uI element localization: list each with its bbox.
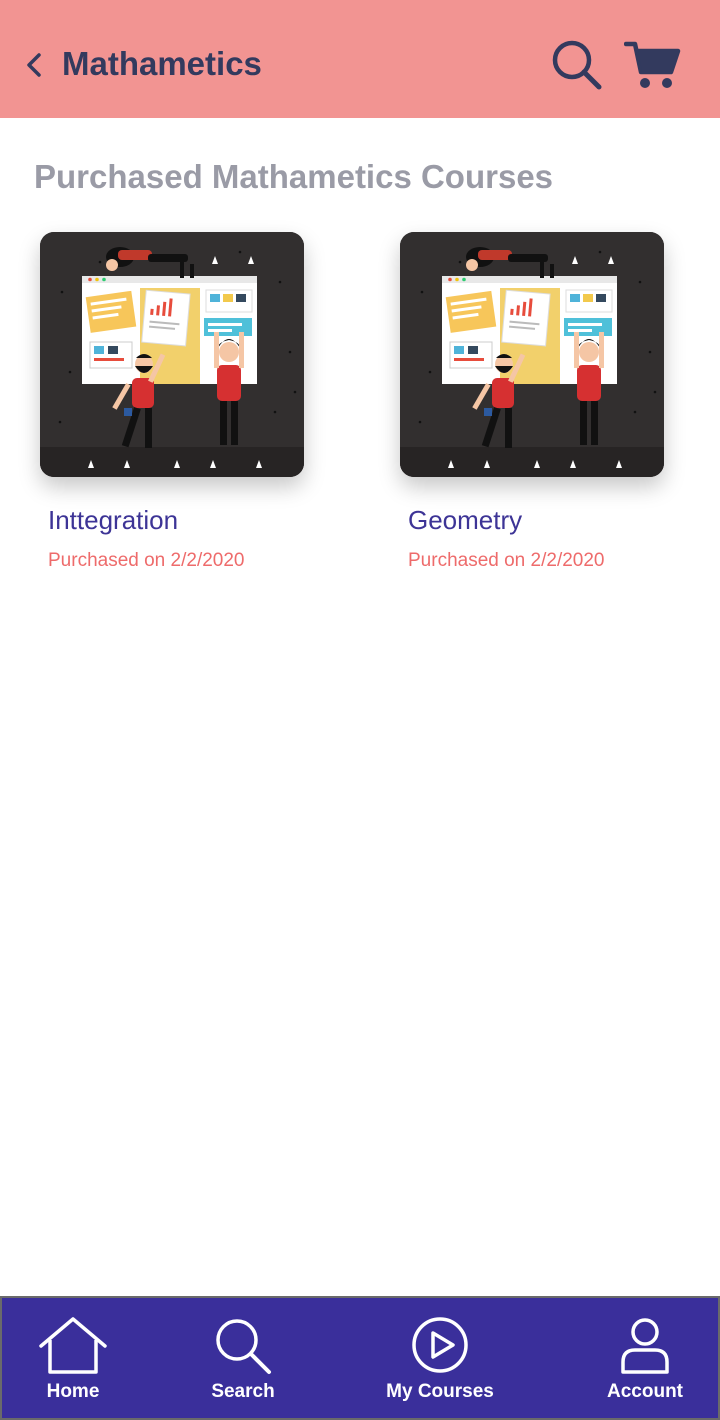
cart-button[interactable] bbox=[623, 38, 682, 90]
nav-item-search[interactable]: Search bbox=[190, 1298, 296, 1418]
purchase-date: Purchased on 2/2/2020 bbox=[48, 550, 245, 571]
team-whiteboard-illustration bbox=[400, 232, 664, 477]
back-button[interactable] bbox=[18, 48, 50, 82]
section-heading: Purchased Mathametics Courses bbox=[34, 158, 554, 195]
nav-item-my-courses[interactable]: My Courses bbox=[374, 1298, 506, 1418]
course-thumbnail[interactable] bbox=[400, 232, 664, 477]
nav-item-home[interactable]: Home bbox=[20, 1298, 126, 1418]
page-title: Mathametics bbox=[62, 45, 262, 82]
purchase-date: Purchased on 2/2/2020 bbox=[408, 550, 605, 571]
course-title[interactable]: Geometry bbox=[408, 504, 522, 536]
course-card[interactable]: Geometry Purchased on 2/2/2020 bbox=[400, 232, 690, 571]
nav-label: Home bbox=[46, 1381, 100, 1402]
nav-label: My Courses bbox=[386, 1381, 494, 1402]
home-icon bbox=[39, 1317, 107, 1374]
back-arrow-icon bbox=[27, 53, 41, 77]
user-icon bbox=[621, 1318, 669, 1374]
search-icon bbox=[552, 40, 602, 90]
cart-icon bbox=[623, 41, 681, 88]
nav-item-account[interactable]: Account bbox=[592, 1298, 698, 1418]
play-circle-icon bbox=[412, 1317, 468, 1373]
search-icon bbox=[216, 1319, 271, 1374]
team-whiteboard-illustration bbox=[40, 232, 304, 477]
course-card[interactable]: Inttegration Purchased on 2/2/2020 bbox=[40, 232, 330, 571]
course-title[interactable]: Inttegration bbox=[48, 504, 178, 536]
search-button[interactable] bbox=[548, 36, 604, 92]
nav-label: Search bbox=[211, 1381, 275, 1402]
top-bar: Mathametics bbox=[0, 0, 720, 118]
course-thumbnail[interactable] bbox=[40, 232, 304, 477]
nav-label: Account bbox=[607, 1381, 683, 1402]
bottom-nav: Home Search My Courses Account bbox=[0, 1296, 720, 1420]
